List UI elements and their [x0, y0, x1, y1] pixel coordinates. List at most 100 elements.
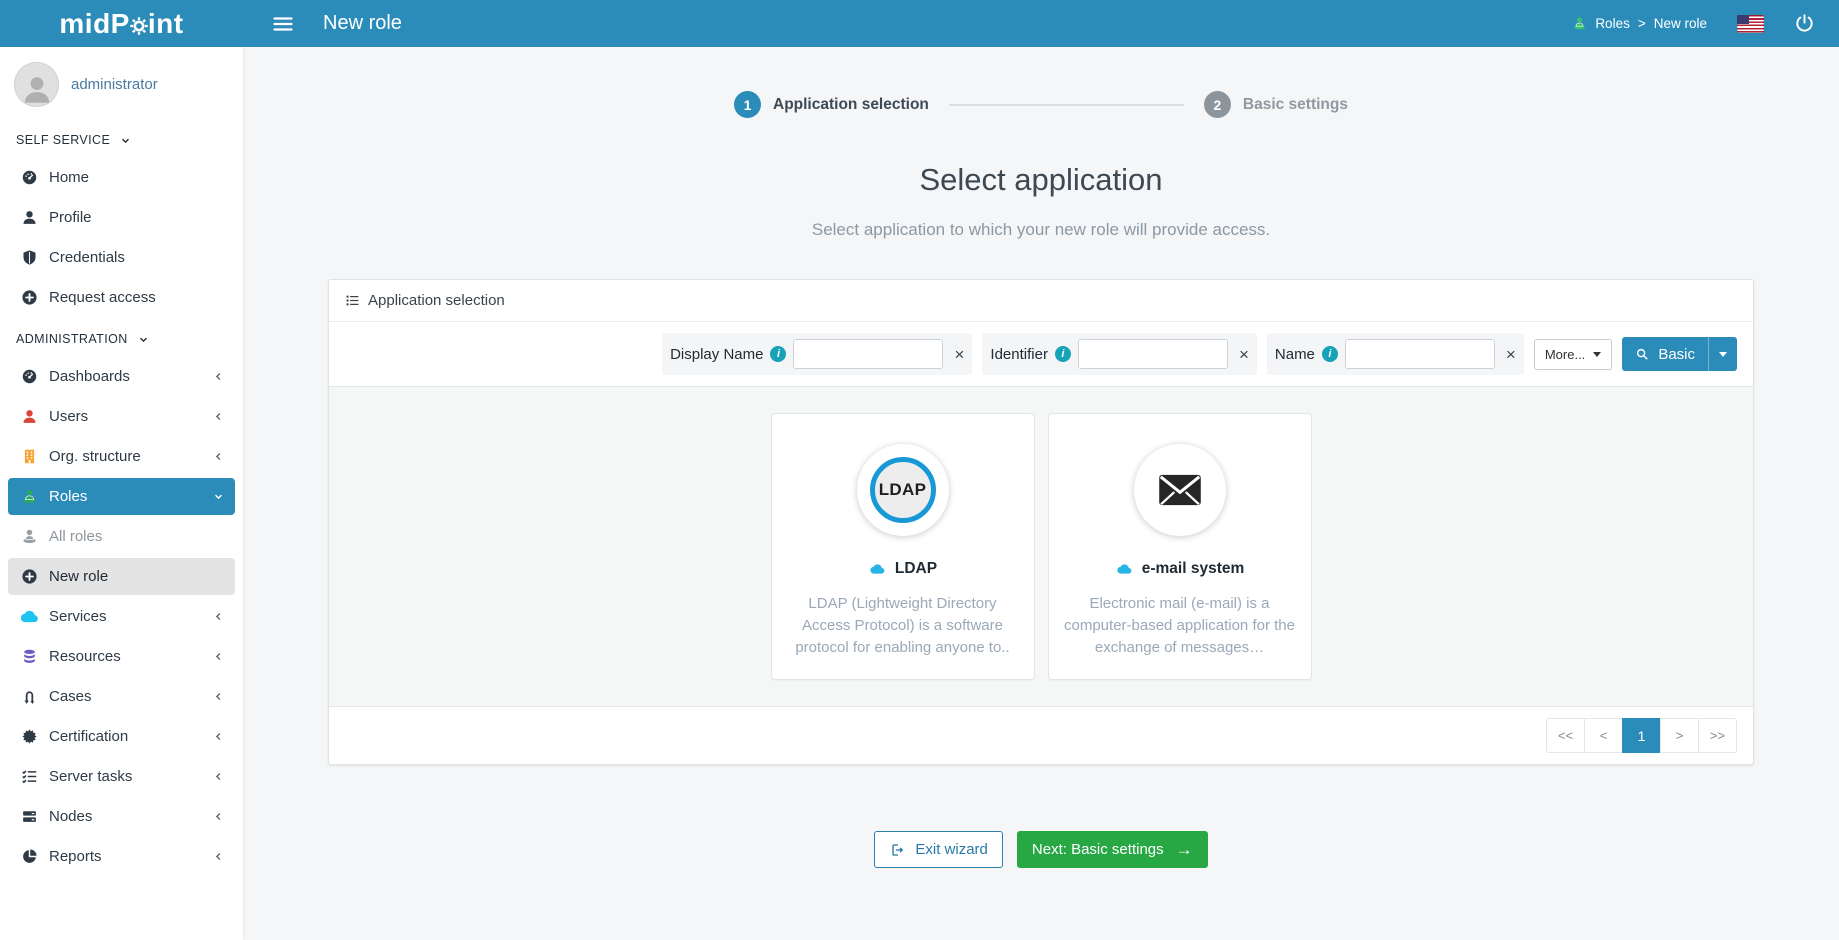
dashboard-icon: [21, 368, 38, 385]
more-filters-button[interactable]: More...: [1534, 339, 1612, 370]
chevron-down-icon: [137, 333, 150, 346]
sidebar-item-credentials[interactable]: Credentials: [8, 239, 235, 276]
sidebar-item-label: Credentials: [49, 249, 125, 266]
brand-left: midP: [59, 8, 129, 40]
cloud-icon: [868, 562, 887, 576]
name-input[interactable]: [1345, 339, 1495, 369]
list-icon: [345, 293, 360, 308]
sidebar-item-label: Users: [49, 408, 88, 425]
chevron-left-icon: [212, 850, 225, 863]
sidebar-item-label: Server tasks: [49, 768, 132, 785]
chevron-left-icon: [212, 410, 225, 423]
identifier-input[interactable]: [1078, 339, 1228, 369]
breadcrumb-roles-link[interactable]: Roles: [1595, 16, 1630, 31]
sidebar-item-label: Services: [49, 608, 107, 625]
wizard-step-1[interactable]: 1 Application selection: [734, 91, 929, 118]
sidebar-item-cases[interactable]: Cases: [8, 678, 235, 715]
dashboard-icon: [21, 169, 38, 186]
sidebar-item-reports[interactable]: Reports: [8, 838, 235, 875]
pagination-last-button[interactable]: >>: [1698, 718, 1737, 753]
filter-identifier: Identifier i ×: [982, 333, 1256, 375]
sidebar-item-label: Reports: [49, 848, 102, 865]
sidebar-item-services[interactable]: Services: [8, 598, 235, 635]
clear-filter-icon[interactable]: ×: [1506, 346, 1516, 363]
tile-title-row: e-mail system: [1115, 560, 1245, 578]
sidebar-item-users[interactable]: Users: [8, 398, 235, 435]
pagination: << < 1 > >>: [1546, 718, 1737, 753]
display-name-input[interactable]: [793, 339, 943, 369]
brand-text: midP int: [59, 8, 183, 40]
section-administration-label: ADMINISTRATION: [16, 332, 128, 346]
sidebar-item-dashboards[interactable]: Dashboards: [8, 358, 235, 395]
pagination-page-1-button[interactable]: 1: [1622, 718, 1661, 753]
exit-wizard-button[interactable]: Exit wizard: [874, 831, 1003, 868]
sidebar-item-org-structure[interactable]: Org. structure: [8, 438, 235, 475]
pagination-prev-button[interactable]: <: [1584, 718, 1623, 753]
pagination-row: << < 1 > >>: [329, 707, 1753, 764]
chevron-down-icon: [119, 134, 132, 147]
panel-header: Application selection: [329, 280, 1753, 322]
sidebar-item-label: Certification: [49, 728, 128, 745]
application-selection-panel: Application selection Display Name i × I…: [328, 279, 1754, 765]
more-filters-label: More...: [1545, 347, 1585, 362]
info-icon[interactable]: i: [1055, 346, 1071, 362]
sidebar-item-resources[interactable]: Resources: [8, 638, 235, 675]
sidebar-item-label: Nodes: [49, 808, 92, 825]
caret-down-icon: [1719, 352, 1727, 357]
sidebar-item-certification[interactable]: Certification: [8, 718, 235, 755]
next-basic-settings-button[interactable]: Next: Basic settings →: [1017, 831, 1208, 868]
tile-ldap[interactable]: LDAP LDAP LDAP (Lightweight Directory Ac…: [771, 413, 1035, 680]
logout-power-icon[interactable]: [1794, 13, 1815, 34]
search-mode-dropdown[interactable]: [1708, 337, 1737, 371]
sidebar-item-home[interactable]: Home: [8, 159, 235, 196]
sidebar-item-label: Org. structure: [49, 448, 141, 465]
section-self-service[interactable]: SELF SERVICE: [0, 120, 243, 156]
midpoint-app: midP int New role Roles > New role: [0, 0, 1839, 940]
main-content: 1 Application selection 2 Basic settings…: [243, 47, 1839, 940]
wizard-footer: Exit wizard Next: Basic settings →: [243, 831, 1839, 868]
sidebar-item-server-tasks[interactable]: Server tasks: [8, 758, 235, 795]
search-icon: [1635, 347, 1649, 361]
wizard-step-2[interactable]: 2 Basic settings: [1204, 91, 1348, 118]
sidebar-item-roles[interactable]: Roles: [8, 478, 235, 515]
sidebar-item-label: Dashboards: [49, 368, 130, 385]
sidebar-item-new-role[interactable]: New role: [8, 558, 235, 595]
gear-icon: [129, 16, 149, 36]
hamburger-menu-icon[interactable]: [271, 12, 295, 36]
tile-email-system[interactable]: e-mail system Electronic mail (e-mail) i…: [1048, 413, 1312, 680]
seal-icon: [21, 728, 38, 745]
search-filter-bar: Display Name i × Identifier i × Name i: [329, 322, 1753, 386]
breadcrumb: Roles > New role: [1572, 16, 1707, 31]
tile-description: LDAP (Lightweight Directory Access Proto…: [787, 593, 1019, 658]
sidebar-item-label: Home: [49, 169, 89, 186]
username-link[interactable]: administrator: [71, 76, 158, 93]
ldap-badge: LDAP: [870, 457, 936, 523]
pagination-first-button[interactable]: <<: [1546, 718, 1585, 753]
chevron-down-icon: [212, 490, 225, 503]
sidebar-item-label: New role: [49, 568, 108, 585]
avatar: [14, 62, 59, 107]
language-flag-us-icon[interactable]: [1737, 15, 1764, 33]
exit-wizard-label: Exit wizard: [915, 841, 988, 858]
sidebar-item-all-roles[interactable]: All roles: [8, 518, 235, 555]
role-icon: [21, 488, 38, 505]
sidebar-item-nodes[interactable]: Nodes: [8, 798, 235, 835]
basic-search-button[interactable]: Basic: [1622, 337, 1708, 371]
sidebar-item-label: Cases: [49, 688, 92, 705]
brand-logo[interactable]: midP int: [0, 8, 243, 40]
search-split-button: Basic: [1622, 337, 1737, 371]
info-icon[interactable]: i: [1322, 346, 1338, 362]
info-icon[interactable]: i: [770, 346, 786, 362]
sidebar-item-request-access[interactable]: Request access: [8, 279, 235, 316]
building-icon: [21, 448, 38, 465]
user-icon: [21, 209, 38, 226]
caret-down-icon: [1593, 352, 1601, 357]
clear-filter-icon[interactable]: ×: [1239, 346, 1249, 363]
cloud-icon: [1115, 562, 1134, 576]
pagination-next-button[interactable]: >: [1660, 718, 1699, 753]
sidebar-item-profile[interactable]: Profile: [8, 199, 235, 236]
clear-filter-icon[interactable]: ×: [954, 346, 964, 363]
filter-display-name: Display Name i ×: [662, 333, 972, 375]
avatar-person-icon: [20, 73, 54, 107]
section-administration[interactable]: ADMINISTRATION: [0, 319, 243, 355]
